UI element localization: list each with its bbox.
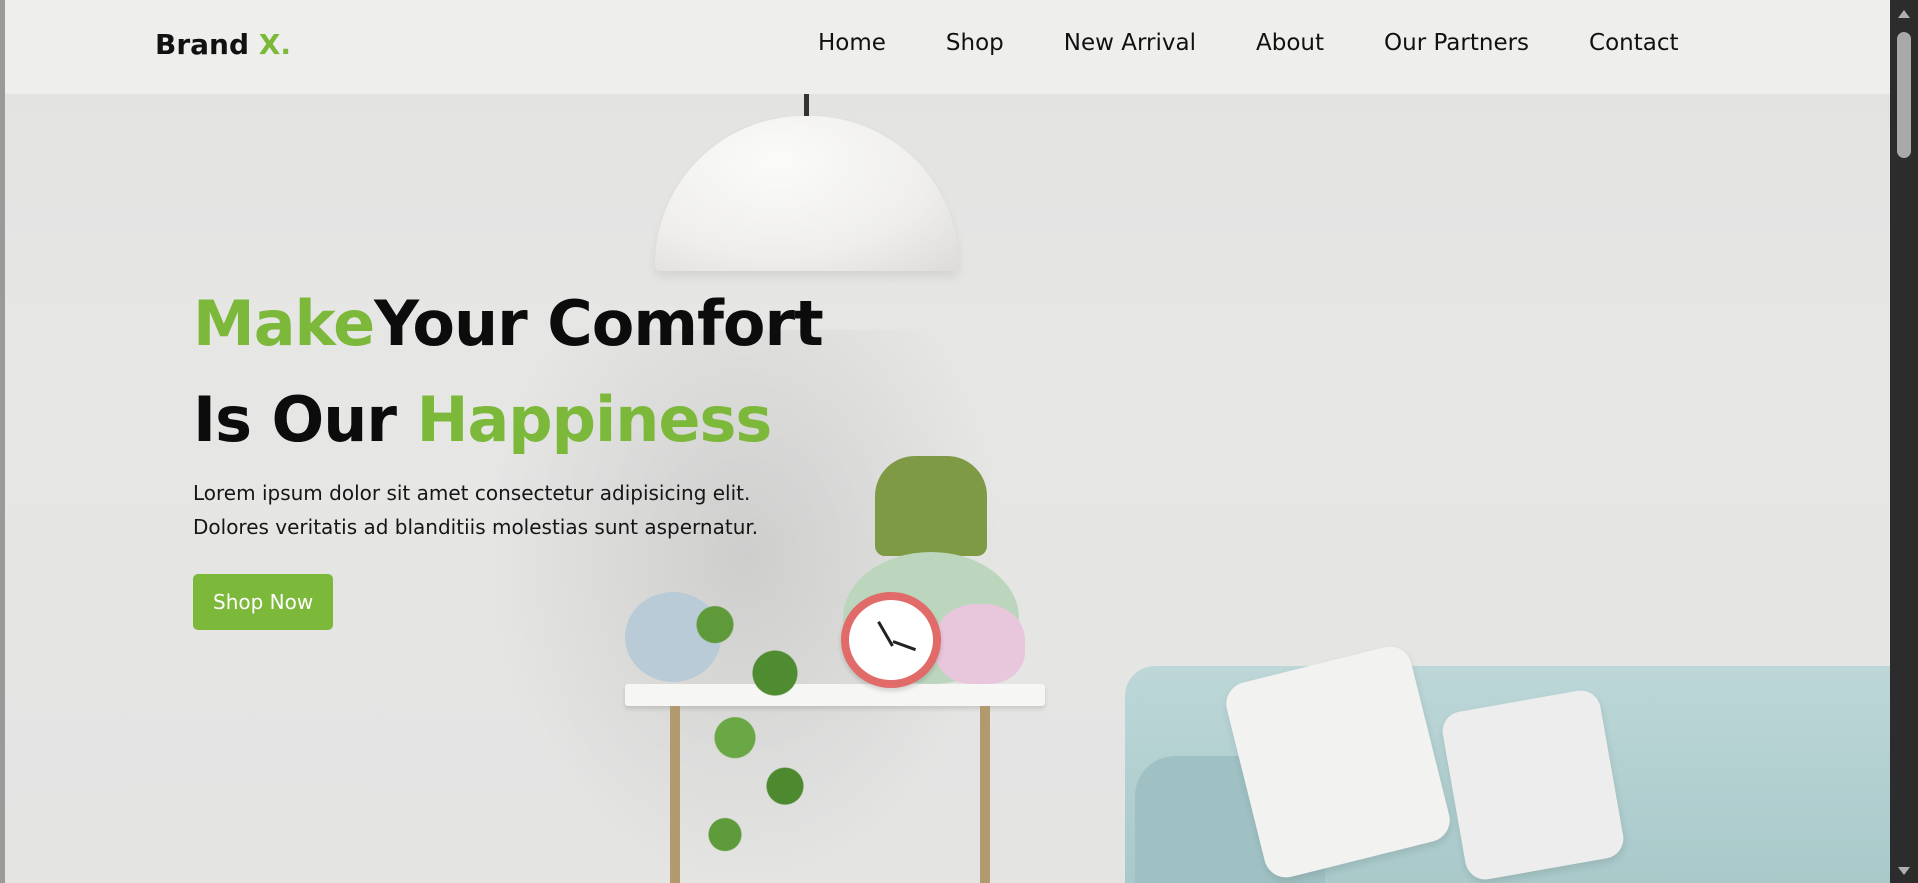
hero-description: Lorem ipsum dolor sit amet consectetur a… — [193, 476, 823, 544]
hero-description-line2: Dolores veritatis ad blanditiis molestia… — [193, 515, 759, 539]
pink-vase-image — [935, 604, 1025, 684]
browser-viewport: Brand X. Home Shop New Arrival About Our… — [5, 0, 1890, 883]
brand-name: Brand — [155, 28, 250, 61]
main-nav: Home Shop New Arrival About Our Partners… — [818, 30, 1679, 56]
lamp-cord — [804, 94, 809, 118]
hero-description-line1: Lorem ipsum dolor sit amet consectetur a… — [193, 481, 751, 505]
headline-your-comfort: Your Comfort — [374, 287, 824, 360]
headline-happiness: Happiness — [416, 383, 773, 456]
headline-is-our: Is Our — [193, 383, 417, 456]
clock-hand — [892, 640, 917, 652]
nav-contact[interactable]: Contact — [1589, 30, 1678, 56]
shop-now-button[interactable]: Shop Now — [193, 574, 334, 630]
side-table-leg — [980, 706, 990, 883]
nav-about[interactable]: About — [1256, 30, 1324, 56]
hero-headline: MakeYour Comfort Is Our Happiness — [193, 276, 824, 468]
scroll-up-arrow-icon[interactable] — [1898, 10, 1910, 18]
scroll-thumb[interactable] — [1897, 32, 1911, 158]
nav-our-partners[interactable]: Our Partners — [1384, 30, 1529, 56]
cushion-image — [1439, 687, 1627, 883]
page-scrollbar[interactable] — [1890, 0, 1918, 883]
nav-home[interactable]: Home — [818, 30, 886, 56]
nav-new-arrival[interactable]: New Arrival — [1064, 30, 1196, 56]
brand-accent: X. — [258, 28, 292, 61]
nav-shop[interactable]: Shop — [946, 30, 1004, 56]
hero-section: MakeYour Comfort Is Our Happiness Lorem … — [193, 276, 824, 630]
site-header: Brand X. Home Shop New Arrival About Our… — [5, 0, 1890, 94]
pendant-lamp-image — [655, 116, 959, 271]
scroll-down-arrow-icon[interactable] — [1898, 867, 1910, 875]
headline-make: Make — [193, 287, 375, 360]
clock-image — [841, 592, 941, 688]
clock-hand — [877, 621, 894, 647]
brand-logo[interactable]: Brand X. — [155, 28, 291, 61]
cactus-plant-image — [875, 456, 987, 556]
